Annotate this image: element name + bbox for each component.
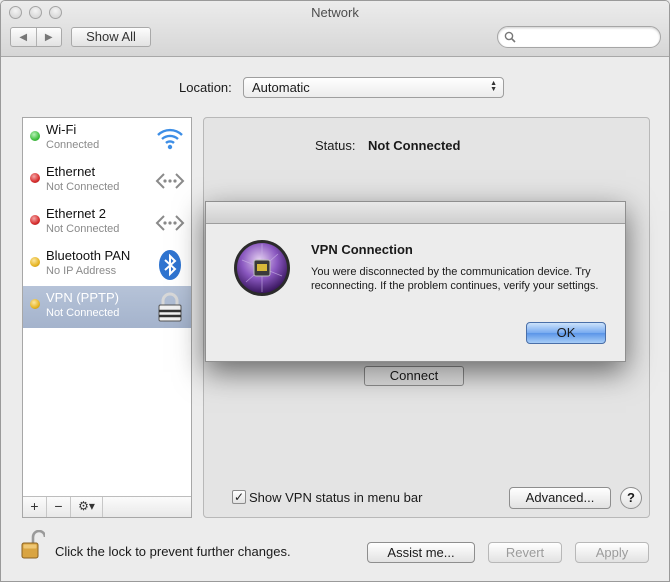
service-list: Wi-Fi Connected Ethernet Not Connected E…	[22, 117, 192, 518]
advanced-button[interactable]: Advanced...	[509, 487, 611, 509]
back-button[interactable]: ◀	[11, 28, 36, 46]
service-item-wifi[interactable]: Wi-Fi Connected	[23, 118, 191, 160]
search-icon	[504, 31, 516, 43]
service-item-ethernet-2[interactable]: Ethernet 2 Not Connected	[23, 202, 191, 244]
service-list-toolbar: + − ⚙▾	[23, 496, 191, 517]
service-name: Bluetooth PAN	[46, 248, 131, 263]
search-input[interactable]	[518, 29, 654, 45]
assist-me-button[interactable]: Assist me...	[367, 542, 475, 563]
ethernet-icon	[155, 173, 185, 189]
forward-arrow-icon: ▶	[44, 31, 53, 43]
location-label: Location:	[179, 80, 232, 95]
status-dot-yellow-icon	[30, 299, 40, 309]
lock-icon[interactable]	[21, 530, 45, 560]
bluetooth-icon	[159, 250, 181, 280]
service-item-ethernet[interactable]: Ethernet Not Connected	[23, 160, 191, 202]
connect-button[interactable]: Connect	[364, 366, 464, 386]
status-dot-red-icon	[30, 215, 40, 225]
up-down-arrows-icon: ▲ ▼	[490, 80, 497, 93]
remove-service-button[interactable]: −	[47, 497, 71, 517]
lock-message: Click the lock to prevent further change…	[55, 544, 291, 559]
back-arrow-icon: ◀	[19, 31, 28, 43]
location-popup[interactable]: Automatic ▲ ▼	[243, 77, 504, 98]
service-status: Not Connected	[46, 181, 120, 193]
dialog-title: VPN Connection	[311, 242, 413, 257]
show-all-button[interactable]: Show All	[71, 27, 151, 47]
status-dot-yellow-icon	[30, 257, 40, 267]
dialog-message: You were disconnected by the communicati…	[311, 266, 599, 292]
wifi-icon	[157, 128, 183, 150]
vpn-connection-icon	[234, 240, 290, 296]
service-item-bluetooth-pan[interactable]: Bluetooth PAN No IP Address	[23, 244, 191, 286]
status-value: Not Connected	[368, 138, 461, 153]
apply-button[interactable]: Apply	[575, 542, 649, 563]
service-name: Ethernet 2	[46, 206, 106, 221]
service-item-vpn-pptp[interactable]: VPN (PPTP) Not Connected	[23, 286, 191, 328]
add-service-button[interactable]: +	[23, 497, 47, 517]
status-dot-green-icon	[30, 131, 40, 141]
search-field[interactable]	[497, 26, 661, 48]
service-status: Not Connected	[46, 307, 120, 319]
ok-button[interactable]: OK	[526, 322, 606, 344]
help-button[interactable]: ?	[620, 487, 642, 509]
revert-button[interactable]: Revert	[488, 542, 562, 563]
service-status: No IP Address	[46, 265, 117, 277]
window-title: Network	[311, 5, 359, 20]
back-forward-group: ◀ ▶	[10, 27, 62, 47]
dialog-title-bar	[206, 202, 625, 224]
service-status: Connected	[46, 139, 100, 151]
vpn-alert-dialog: VPN Connection You were disconnected by …	[205, 201, 626, 362]
status-label: Status:	[315, 138, 356, 153]
forward-button[interactable]: ▶	[35, 28, 62, 46]
network-preferences-window: Network ◀ ▶ Show All Location: Automatic…	[0, 0, 670, 582]
service-name: Wi-Fi	[46, 122, 77, 137]
action-menu-button[interactable]: ⚙▾	[71, 497, 103, 517]
service-name: Ethernet	[46, 164, 96, 179]
status-dot-red-icon	[30, 173, 40, 183]
service-status: Not Connected	[46, 223, 120, 235]
vpn-lock-icon	[158, 292, 182, 322]
service-name: VPN (PPTP)	[46, 290, 119, 305]
location-value: Automatic	[252, 80, 310, 95]
ethernet-icon	[155, 215, 185, 231]
title-bar: Network ◀ ▶ Show All	[1, 1, 669, 57]
show-vpn-status-label[interactable]: Show VPN status in menu bar	[249, 490, 422, 505]
show-vpn-status-checkbox[interactable]: ✓	[232, 490, 246, 504]
